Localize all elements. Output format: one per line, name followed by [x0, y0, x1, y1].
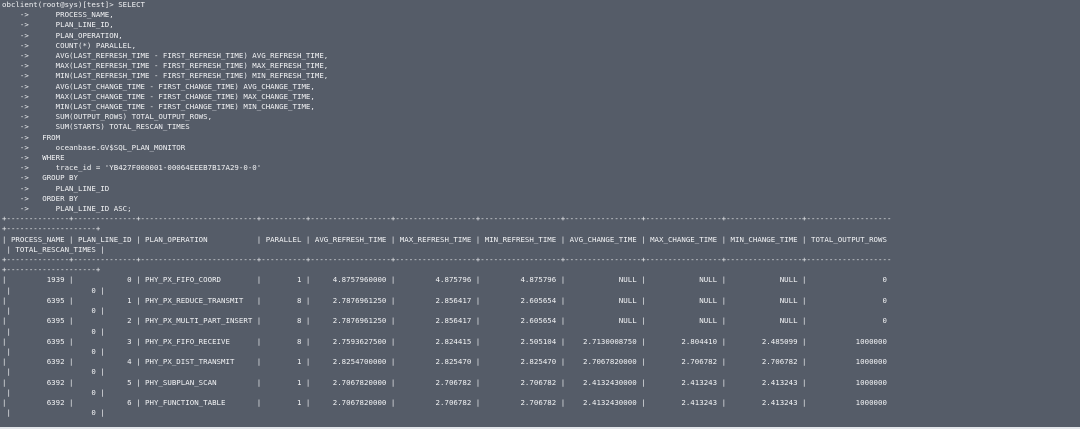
terminal-line: -> AVG(LAST_REFRESH_TIME - FIRST_REFRESH… [2, 51, 329, 61]
terminal-line: | PROCESS_NAME | PLAN_LINE_ID | PLAN_OPE… [2, 234, 887, 244]
terminal-line: -> PLAN_OPERATION, [2, 30, 123, 40]
terminal-line: -> oceanbase.GV$SQL_PLAN_MONITOR [2, 142, 186, 152]
terminal-line: -> MIN(LAST_CHANGE_TIME - FIRST_CHANGE_T… [2, 102, 315, 112]
terminal-line: obclient(root@sys)[test]> SELECT [2, 0, 146, 9]
terminal-line: | 0 | [2, 326, 105, 336]
terminal-line: | 6392 | 4 | PHY_PX_DIST_TRANSMIT | 1 | … [2, 357, 887, 367]
terminal-line: | 6395 | 3 | PHY_PX_FIFO_RECEIVE | 8 | 2… [2, 336, 887, 346]
terminal-line: +--------------------+ [2, 265, 101, 275]
terminal-line: -> MAX(LAST_CHANGE_TIME - FIRST_CHANGE_T… [2, 91, 315, 101]
terminal-line: -> FROM [2, 132, 61, 142]
terminal-line: -> PLAN_LINE_ID [2, 183, 110, 193]
terminal-line: -> PLAN_LINE_ID, [2, 20, 114, 30]
terminal-line: | 0 | [2, 387, 105, 397]
terminal-line: +--------------+--------------+---------… [2, 255, 892, 265]
terminal-line: -> MIN(LAST_REFRESH_TIME - FIRST_REFRESH… [2, 71, 329, 81]
terminal-line: +--------------------+ [2, 224, 101, 234]
terminal-window[interactable]: obclient(root@sys)[test]> SELECT -> PROC… [0, 0, 1080, 429]
terminal-line: | TOTAL_RESCAN_TIMES | [2, 244, 105, 254]
terminal-line: | 6392 | 5 | PHY_SUBPLAN_SCAN | 1 | 2.70… [2, 377, 887, 387]
terminal-line: -> ORDER BY [2, 193, 78, 203]
terminal-line: | 6395 | 1 | PHY_PX_REDUCE_TRANSMIT | 8 … [2, 295, 887, 305]
terminal-line: -> WHERE [2, 153, 65, 163]
terminal-line: -> MAX(LAST_REFRESH_TIME - FIRST_REFRESH… [2, 61, 329, 71]
terminal-line: -> trace_id = 'YB427F000001-00064EEEB7B1… [2, 163, 262, 173]
terminal-line: -> SUM(OUTPUT_ROWS) TOTAL_OUTPUT_ROWS, [2, 112, 213, 122]
terminal-line: -> AVG(LAST_CHANGE_TIME - FIRST_CHANGE_T… [2, 81, 315, 91]
terminal-line: +--------------+--------------+---------… [2, 214, 892, 224]
terminal-line: | 0 | [2, 285, 105, 295]
terminal-line: -> PROCESS_NAME, [2, 10, 114, 20]
terminal-line: | 0 | [2, 367, 105, 377]
terminal-line: | 0 | [2, 306, 105, 316]
terminal-line: | 0 | [2, 408, 105, 418]
terminal-line: | 6392 | 6 | PHY_FUNCTION_TABLE | 1 | 2.… [2, 397, 887, 407]
terminal-line: | 6395 | 2 | PHY_PX_MULTI_PART_INSERT | … [2, 316, 887, 326]
terminal-line: | 0 | [2, 346, 105, 356]
terminal-line: -> COUNT(*) PARALLEL, [2, 40, 137, 50]
terminal-line: | 1939 | 0 | PHY_PX_FIFO_COORD | 1 | 4.8… [2, 275, 887, 285]
terminal-output: obclient(root@sys)[test]> SELECT -> PROC… [2, 0, 891, 418]
terminal-line: -> SUM(STARTS) TOTAL_RESCAN_TIMES [2, 122, 190, 132]
terminal-line: -> PLAN_LINE_ID ASC; [2, 204, 132, 214]
terminal-line: -> GROUP BY [2, 173, 78, 183]
